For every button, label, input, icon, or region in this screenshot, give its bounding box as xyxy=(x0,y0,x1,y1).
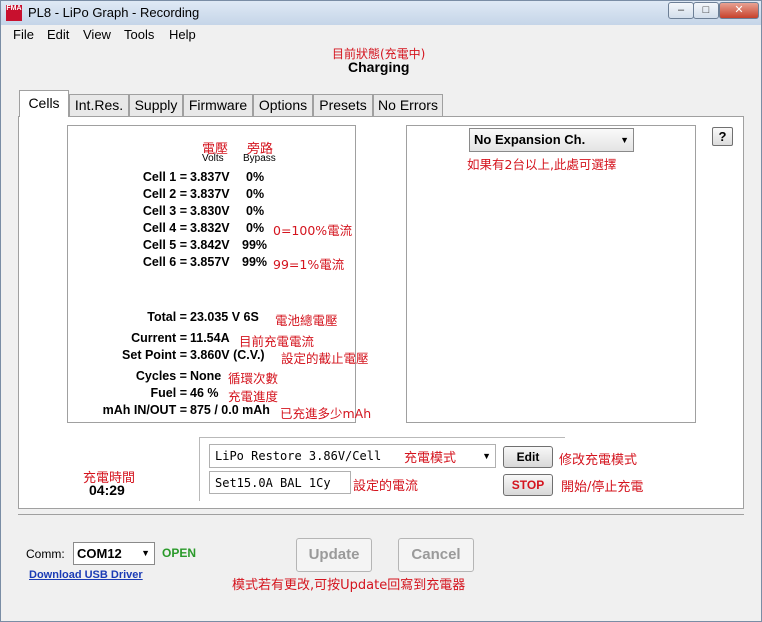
tab-options[interactable]: Options xyxy=(253,94,313,116)
chevron-down-icon: ▼ xyxy=(482,451,491,461)
cell-2-voltage: 3.837V xyxy=(190,187,230,201)
edit-annotation: 修改充電模式 xyxy=(559,453,638,468)
app-logo-icon: FMA xyxy=(6,5,22,21)
chevron-down-icon: ▼ xyxy=(141,548,150,558)
update-button[interactable]: Update xyxy=(296,538,372,572)
charge-mode-annotation: 充電模式 xyxy=(404,451,457,466)
cell-4-label: Cell 4 = xyxy=(142,221,187,235)
fuel-value: 46 % xyxy=(190,386,219,400)
tab-firmware[interactable]: Firmware xyxy=(183,94,253,116)
current-setting-value: Set15.0A BAL 1Cy xyxy=(215,476,331,490)
menu-edit[interactable]: Edit xyxy=(47,27,69,42)
set-point-value: 3.860V (C.V.) xyxy=(190,348,265,362)
mah-value: 875 / 0.0 mAh xyxy=(190,403,270,417)
cell-2-bypass: 0% xyxy=(246,187,265,201)
menu-file[interactable]: File xyxy=(13,27,34,42)
comm-label: Comm: xyxy=(26,547,65,561)
title-bar: FMA PL8 - LiPo Graph - Recording – □ ✕ xyxy=(1,1,761,25)
cell-5-label: Cell 5 = xyxy=(142,238,187,252)
total-value: 23.035 V 6S xyxy=(190,310,259,324)
cycles-value: None xyxy=(190,369,222,383)
cell-4-voltage: 3.832V xyxy=(190,221,230,235)
cell-6-bypass: 99% xyxy=(242,255,268,269)
chevron-down-icon: ▼ xyxy=(620,135,629,145)
set-point-annotation: 設定的截止電壓 xyxy=(281,351,369,366)
divider xyxy=(18,514,744,515)
expansion-channel-value: No Expansion Ch. xyxy=(474,132,586,147)
cell-3-voltage: 3.830V xyxy=(190,204,230,218)
comm-port-value: COM12 xyxy=(77,546,122,561)
current-setting-annotation: 設定的電流 xyxy=(353,479,419,494)
total-label: Total = xyxy=(147,310,187,324)
cell-4-annotation: 0=100%電流 xyxy=(273,223,353,238)
maximize-button[interactable]: □ xyxy=(693,2,719,19)
cycles-annotation: 循環次數 xyxy=(228,371,279,386)
stop-annotation: 開始/停止充電 xyxy=(561,480,644,495)
tab-int-res[interactable]: Int.Res. xyxy=(69,94,129,116)
cell-1-voltage: 3.837V xyxy=(190,170,230,184)
menu-bar: File Edit View Tools Help xyxy=(1,25,761,45)
edit-button[interactable]: Edit xyxy=(503,446,553,468)
cell-5-voltage: 3.842V xyxy=(190,238,230,252)
tab-presets[interactable]: Presets xyxy=(313,94,373,116)
cell-5-bypass: 99% xyxy=(242,238,268,252)
window-title: PL8 - LiPo Graph - Recording xyxy=(28,5,200,20)
help-button[interactable]: ? xyxy=(712,127,733,146)
bypass-header: Bypass xyxy=(243,153,276,164)
update-annotation: 模式若有更改,可按Update回寫到充電器 xyxy=(232,578,466,593)
mah-label: mAh IN/OUT = xyxy=(102,403,187,417)
tab-supply[interactable]: Supply xyxy=(129,94,183,116)
cell-4-bypass: 0% xyxy=(246,221,265,235)
expansion-annotation: 如果有2台以上,此處可選擇 xyxy=(467,157,617,172)
current-value: 11.54A xyxy=(190,331,230,345)
cell-6-label: Cell 6 = xyxy=(142,255,187,269)
volts-header: Volts xyxy=(202,153,224,164)
expansion-channel-select[interactable]: No Expansion Ch. ▼ xyxy=(469,128,634,152)
charge-mode-value: LiPo Restore 3.86V/Cell xyxy=(215,449,382,463)
comm-port-select[interactable]: COM12 ▼ xyxy=(73,542,155,565)
tab-cells[interactable]: Cells xyxy=(19,90,69,117)
current-label: Current = xyxy=(131,331,187,345)
cell-6-annotation: 99=1%電流 xyxy=(273,257,345,272)
menu-help[interactable]: Help xyxy=(169,27,196,42)
mah-annotation: 已充進多少mAh xyxy=(280,406,372,421)
set-point-label: Set Point = xyxy=(122,348,187,362)
cell-3-bypass: 0% xyxy=(246,204,265,218)
status-value: Charging xyxy=(348,59,410,75)
current-setting-field: Set15.0A BAL 1Cy xyxy=(209,471,351,494)
comm-status: OPEN xyxy=(162,546,197,560)
tab-no-errors[interactable]: No Errors xyxy=(373,94,443,116)
download-usb-driver-link[interactable]: Download USB Driver xyxy=(29,569,143,581)
stop-button[interactable]: STOP xyxy=(503,474,553,496)
minimize-button[interactable]: – xyxy=(668,2,694,19)
cell-1-bypass: 0% xyxy=(246,170,265,184)
fuel-label: Fuel = xyxy=(150,386,187,400)
total-annotation: 電池總電壓 xyxy=(275,313,338,328)
cell-1-label: Cell 1 = xyxy=(142,170,187,184)
menu-view[interactable]: View xyxy=(83,27,111,42)
app-window: FMA PL8 - LiPo Graph - Recording – □ ✕ F… xyxy=(0,0,762,622)
cell-3-label: Cell 3 = xyxy=(142,204,187,218)
close-button[interactable]: ✕ xyxy=(719,2,759,19)
cell-6-voltage: 3.857V xyxy=(190,255,230,269)
charge-timer: 04:29 xyxy=(89,482,125,498)
menu-tools[interactable]: Tools xyxy=(124,27,154,42)
cancel-button[interactable]: Cancel xyxy=(398,538,474,572)
cycles-label: Cycles = xyxy=(135,369,187,383)
cell-2-label: Cell 2 = xyxy=(142,187,187,201)
